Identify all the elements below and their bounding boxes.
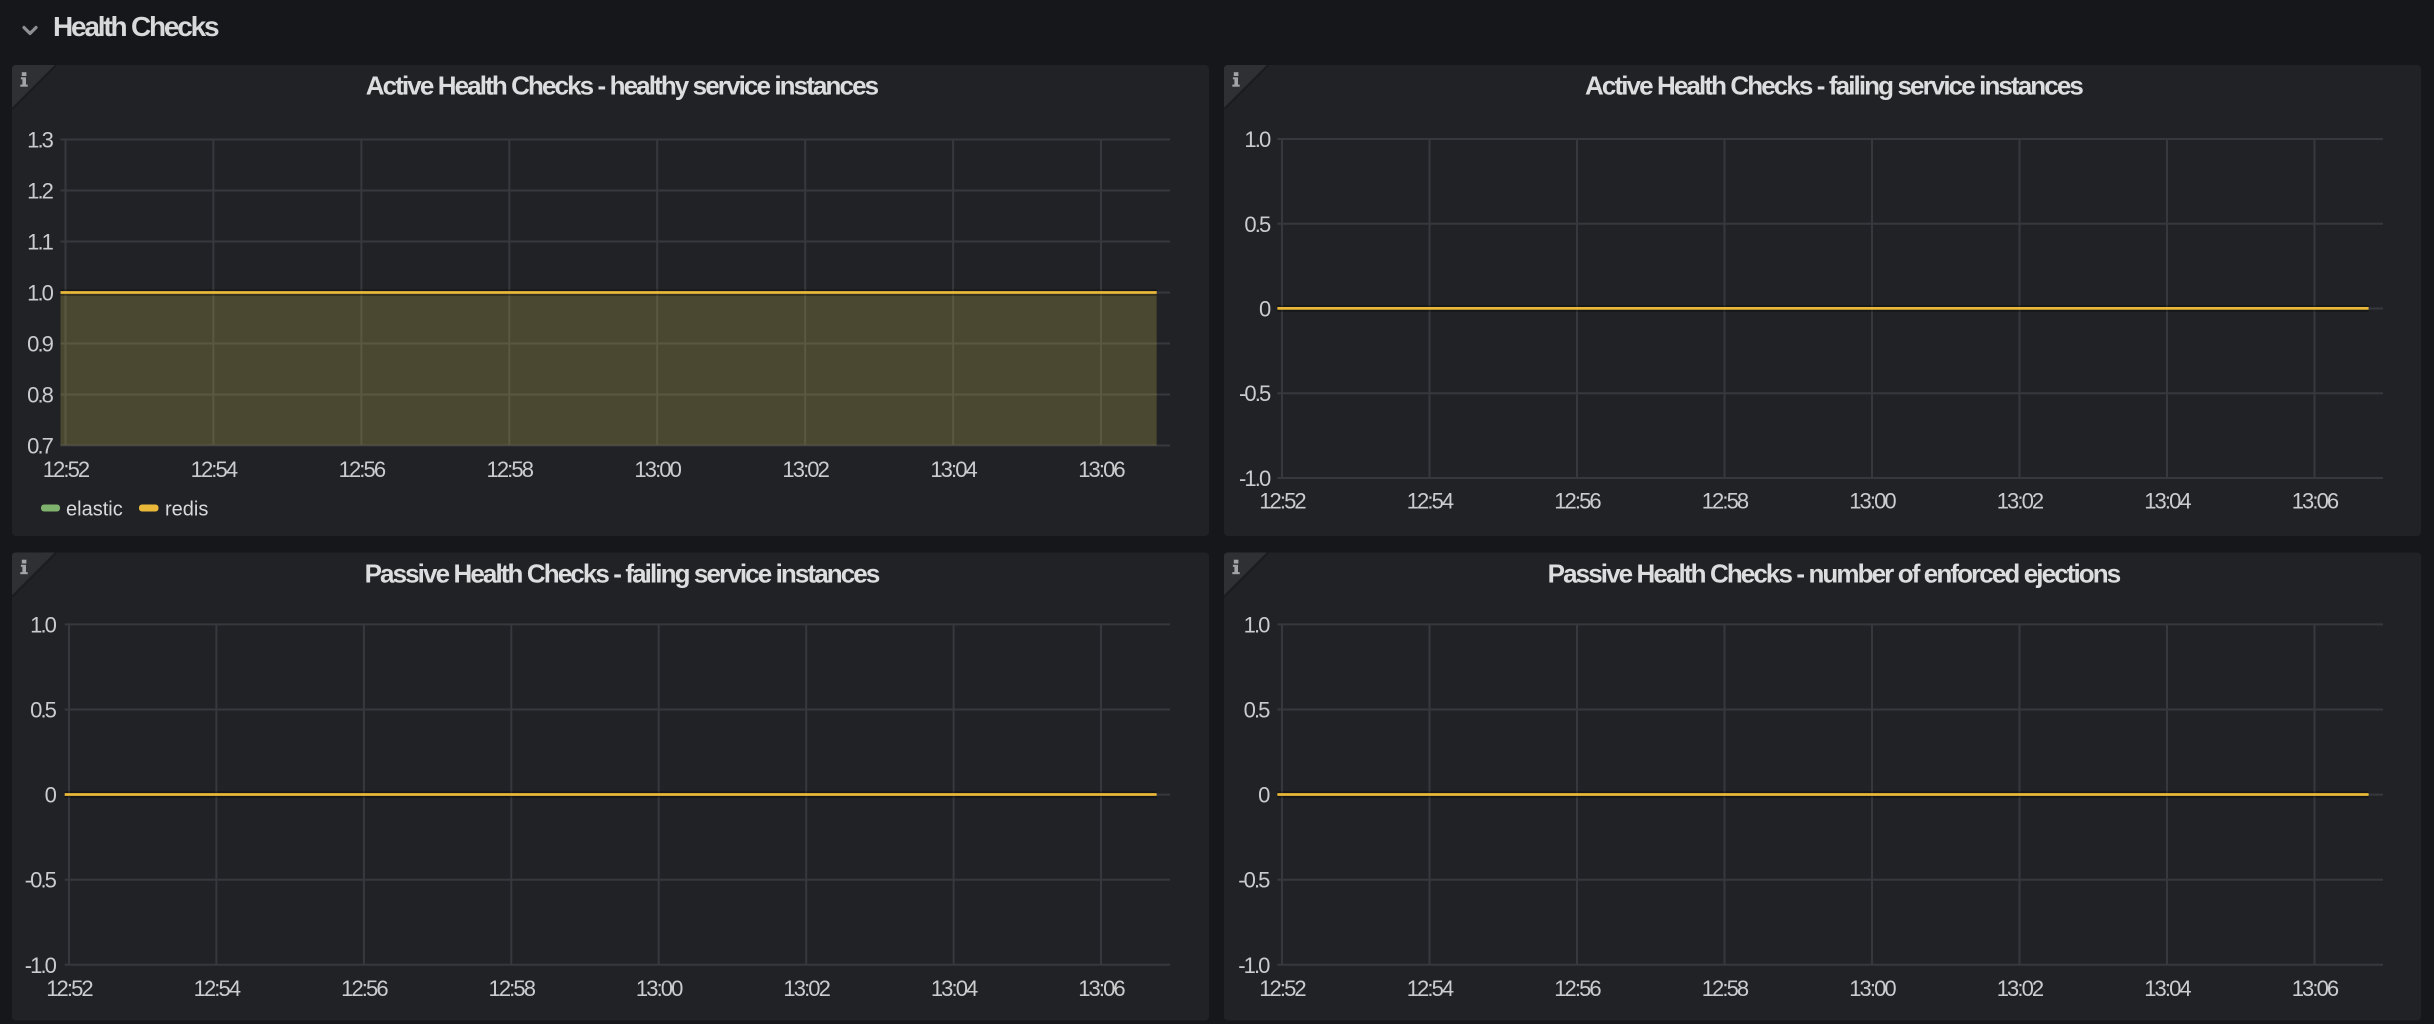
svg-text:12:52: 12:52 (43, 457, 90, 482)
svg-text:elastic: elastic (66, 499, 123, 521)
svg-text:13:00: 13:00 (1849, 488, 1896, 513)
svg-text:1.0: 1.0 (1244, 127, 1271, 152)
svg-text:13:02: 13:02 (1997, 488, 2044, 513)
svg-text:0: 0 (1258, 783, 1270, 808)
svg-text:0.5: 0.5 (1244, 698, 1271, 723)
svg-text:Health Checks: Health Checks (53, 11, 219, 42)
svg-text:12:58: 12:58 (487, 457, 534, 482)
svg-text:13:06: 13:06 (1078, 976, 1125, 1001)
svg-text:13:06: 13:06 (2292, 488, 2339, 513)
svg-text:1.2: 1.2 (27, 179, 54, 204)
svg-text:13:04: 13:04 (930, 457, 977, 482)
svg-text:13:04: 13:04 (2144, 976, 2191, 1001)
svg-text:12:58: 12:58 (1702, 488, 1749, 513)
svg-text:-1.0: -1.0 (1238, 953, 1270, 978)
svg-text:13:02: 13:02 (783, 976, 830, 1001)
svg-text:0.5: 0.5 (30, 698, 57, 723)
svg-text:12:54: 12:54 (1407, 976, 1454, 1001)
svg-text:13:06: 13:06 (1078, 457, 1125, 482)
svg-text:-0.5: -0.5 (1238, 868, 1270, 893)
svg-text:redis: redis (165, 499, 208, 521)
svg-text:0: 0 (1259, 297, 1271, 322)
svg-text:13:06: 13:06 (2292, 976, 2339, 1001)
svg-text:12:56: 12:56 (341, 976, 388, 1001)
svg-text:12:54: 12:54 (1407, 488, 1454, 513)
svg-text:13:02: 13:02 (782, 457, 829, 482)
svg-text:12:54: 12:54 (191, 457, 238, 482)
svg-text:-1.0: -1.0 (1239, 466, 1271, 491)
svg-text:12:54: 12:54 (194, 976, 241, 1001)
svg-text:0: 0 (45, 783, 57, 808)
svg-text:13:04: 13:04 (931, 976, 978, 1001)
svg-text:13:04: 13:04 (2144, 488, 2191, 513)
svg-text:1.1: 1.1 (27, 230, 54, 255)
svg-text:Passive Health Checks - number: Passive Health Checks - number of enforc… (1548, 559, 2121, 589)
svg-text:12:52: 12:52 (46, 976, 93, 1001)
svg-text:13:00: 13:00 (636, 976, 683, 1001)
svg-text:1.0: 1.0 (1244, 612, 1271, 637)
svg-text:1.3: 1.3 (27, 128, 54, 153)
svg-text:12:56: 12:56 (339, 457, 386, 482)
svg-text:-0.5: -0.5 (25, 868, 57, 893)
svg-text:-1.0: -1.0 (25, 953, 57, 978)
svg-text:0.5: 0.5 (1244, 212, 1271, 237)
svg-text:12:52: 12:52 (1259, 488, 1306, 513)
svg-text:1.0: 1.0 (27, 281, 54, 306)
svg-text:12:56: 12:56 (1554, 976, 1601, 1001)
svg-text:0.8: 0.8 (27, 383, 54, 408)
svg-text:-0.5: -0.5 (1239, 381, 1271, 406)
svg-text:Active Health Checks - failing: Active Health Checks - failing service i… (1585, 71, 2083, 101)
svg-text:13:00: 13:00 (1849, 976, 1896, 1001)
svg-text:0.9: 0.9 (27, 332, 54, 357)
svg-text:Active Health Checks - healthy: Active Health Checks - healthy service i… (366, 71, 879, 101)
svg-text:12:52: 12:52 (1259, 976, 1306, 1001)
svg-text:12:56: 12:56 (1554, 488, 1601, 513)
svg-text:1.0: 1.0 (30, 612, 57, 637)
svg-text:13:02: 13:02 (1997, 976, 2044, 1001)
svg-text:13:00: 13:00 (634, 457, 681, 482)
svg-text:12:58: 12:58 (489, 976, 536, 1001)
svg-text:12:58: 12:58 (1702, 976, 1749, 1001)
svg-text:0.7: 0.7 (27, 434, 54, 459)
svg-text:Passive Health Checks - failin: Passive Health Checks - failing service … (365, 559, 880, 589)
